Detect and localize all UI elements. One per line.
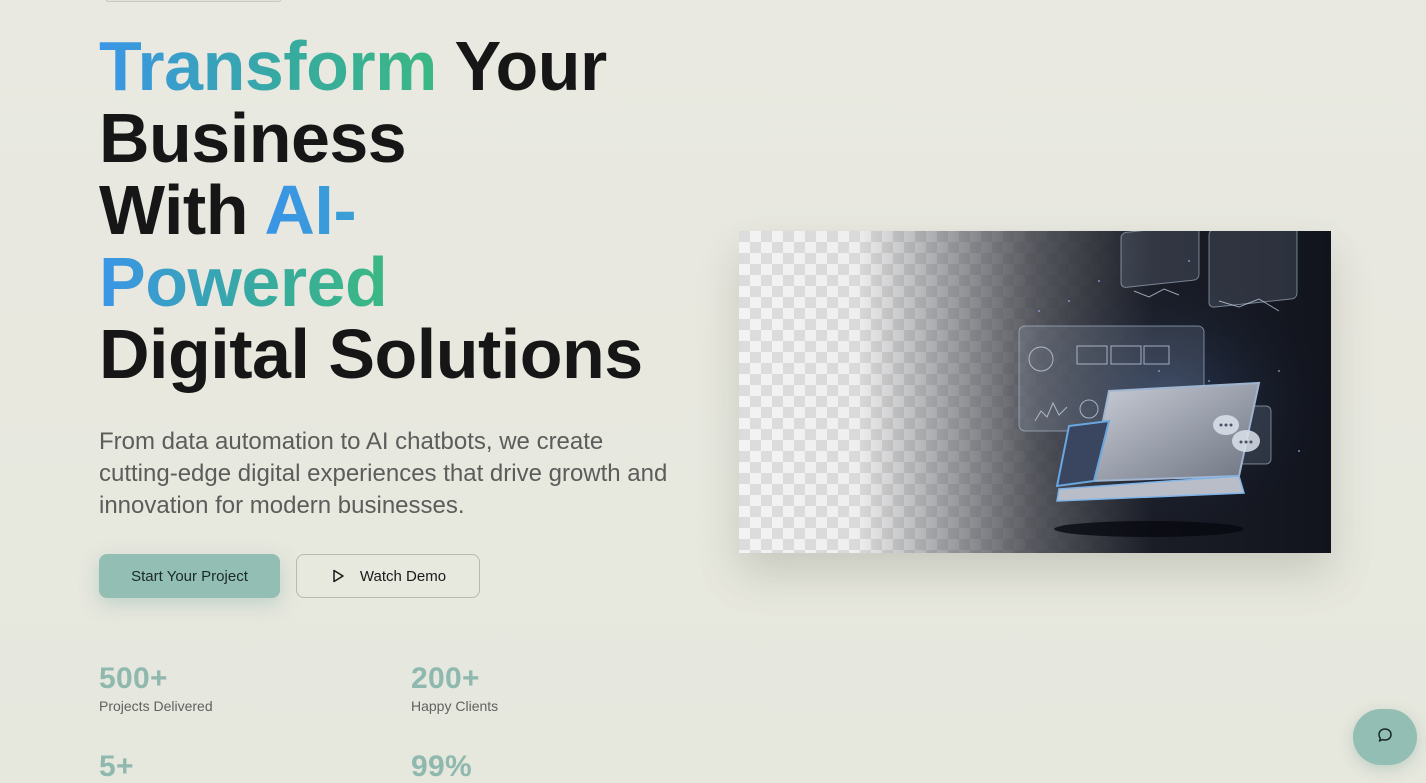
headline-word-with: With bbox=[99, 171, 265, 249]
watch-demo-label: Watch Demo bbox=[359, 567, 447, 585]
stat-satisfaction: 99% bbox=[411, 750, 691, 783]
hero-subtitle: From data automation to AI chatbots, we … bbox=[99, 428, 668, 519]
stat-years: 5+ bbox=[99, 750, 379, 783]
headline-line-4: Powered bbox=[99, 246, 699, 318]
chat-bubble-icon bbox=[1376, 726, 1394, 749]
hero-text-section: Transform Your Business With AI- Powered… bbox=[99, 30, 699, 598]
headline-word-ai: AI- bbox=[264, 171, 357, 249]
play-icon bbox=[330, 568, 346, 584]
headline-word-business: Business bbox=[99, 99, 407, 177]
stat-value: 5+ bbox=[99, 750, 134, 783]
page: Transform Your Business With AI- Powered… bbox=[0, 0, 1426, 783]
headline-line-1: Transform Your bbox=[99, 30, 699, 102]
hero-headline: Transform Your Business With AI- Powered… bbox=[99, 30, 699, 390]
stat-label: Projects Delivered bbox=[99, 698, 213, 714]
chat-button[interactable] bbox=[1353, 709, 1417, 765]
headline-word-transform: Transform bbox=[99, 27, 437, 105]
stat-clients: 200+ Happy Clients bbox=[411, 662, 691, 714]
stat-value: 200+ bbox=[411, 662, 480, 695]
watch-demo-button[interactable]: Watch Demo bbox=[296, 554, 480, 598]
stat-value: 500+ bbox=[99, 662, 168, 695]
headline-word-your: Your bbox=[436, 27, 607, 105]
stat-value: 99% bbox=[411, 750, 472, 783]
stat-label: Happy Clients bbox=[411, 698, 499, 714]
start-project-button[interactable]: Start Your Project bbox=[99, 554, 280, 598]
headline-line-3: With AI- bbox=[99, 174, 699, 246]
headline-word-digital-solutions: Digital Solutions bbox=[99, 315, 643, 393]
headline-word-powered: Powered bbox=[99, 243, 388, 321]
hero-illustration bbox=[739, 231, 1331, 553]
cta-row: Start Your Project Watch Demo bbox=[99, 554, 699, 598]
stat-projects: 500+ Projects Delivered bbox=[99, 662, 379, 714]
start-project-label: Start Your Project bbox=[131, 567, 248, 585]
nav-pill-edge bbox=[105, 0, 282, 2]
laptop-dashboard-illustration bbox=[999, 231, 1331, 541]
